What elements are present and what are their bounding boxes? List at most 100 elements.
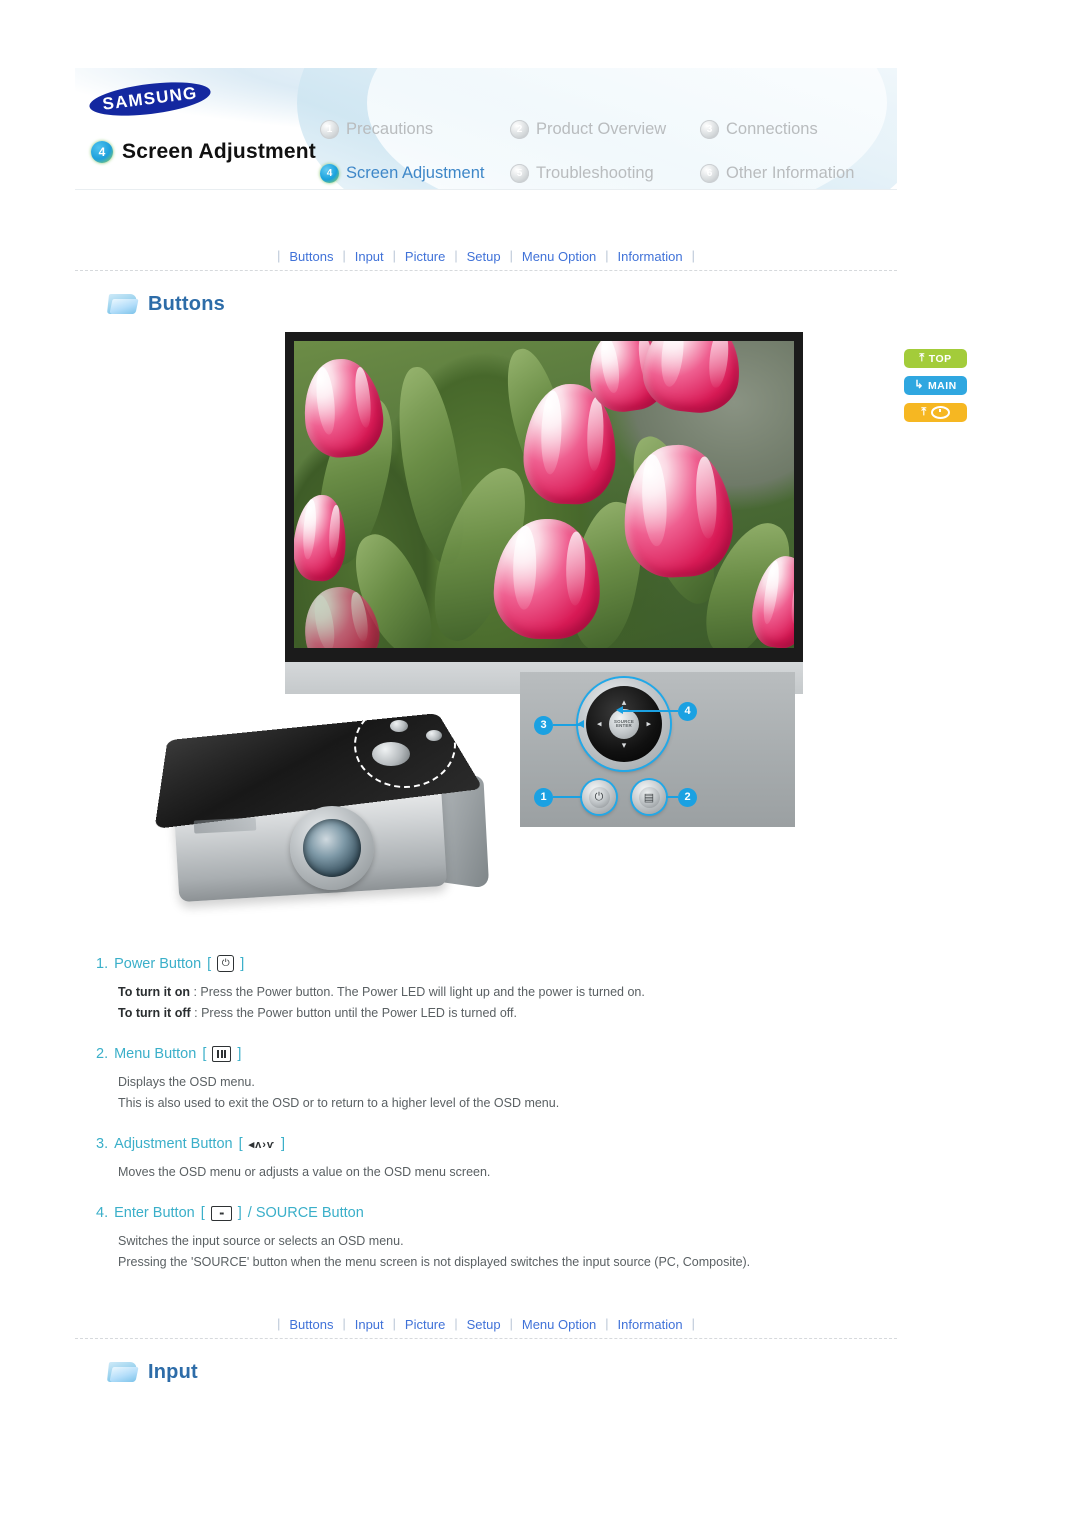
item-number: 1. xyxy=(96,955,109,972)
callout-badge-1: 1 xyxy=(534,788,553,807)
bracket-close: ] xyxy=(237,1046,242,1062)
bullet-5-icon: 5 xyxy=(510,164,529,183)
chapter-nav-item-screen-adjustment[interactable]: 4 Screen Adjustment xyxy=(320,164,510,183)
bullet-1-icon: 1 xyxy=(320,120,339,139)
tab-separator: | xyxy=(277,1317,281,1331)
power-button-hardware[interactable]: ⏻ xyxy=(582,780,616,814)
item-text-bold: To turn it off xyxy=(118,1006,191,1020)
link-up-icon xyxy=(930,406,950,419)
item-text-rest: Displays the OSD menu. xyxy=(118,1075,255,1089)
item-text-rest: : Press the Power button. The Power LED … xyxy=(189,985,645,999)
tab-information[interactable]: Information xyxy=(618,249,683,264)
chapter-nav-label: Troubleshooting xyxy=(536,164,654,182)
tab-input[interactable]: Input xyxy=(355,249,384,264)
callout-line xyxy=(666,796,678,798)
callout-line xyxy=(553,796,582,798)
tab-setup[interactable]: Setup xyxy=(467,1317,501,1332)
enter-icon: ▪▪ xyxy=(210,1205,232,1221)
bullet-6-icon: 6 xyxy=(700,164,719,183)
tab-separator: | xyxy=(509,1317,513,1331)
chapter-nav: 1 Precautions 2 Product Overview 3 Conne… xyxy=(320,120,890,183)
enter-label: ENTER xyxy=(616,723,632,728)
tab-separator: | xyxy=(342,249,346,263)
banner-bottom-rule xyxy=(75,189,897,190)
menu-bars-icon: ▤ xyxy=(638,786,660,808)
source-enter-button[interactable]: SOURCE ENTER xyxy=(609,709,639,739)
projector-figure: ▴ ▾ ◂ ▸ SOURCE ENTER ⏻ ▤ 1 2 3 4 xyxy=(110,332,810,952)
tab-picture[interactable]: Picture xyxy=(405,249,445,264)
tab-buttons[interactable]: Buttons xyxy=(289,249,333,264)
samsung-logo: SAMSUNG xyxy=(87,76,213,122)
arrow-left-icon: ◂ xyxy=(597,718,602,729)
folder-icon xyxy=(106,1360,139,1384)
tab-separator: | xyxy=(605,1317,609,1331)
tab-input[interactable]: Input xyxy=(355,1317,384,1332)
bracket-open: [ xyxy=(238,1136,243,1152)
top-button[interactable]: ⤒ TOP xyxy=(904,349,967,368)
chapter-number-badge: 4 xyxy=(91,141,113,163)
item-heading: 1. Power Button [ ⏻ ] xyxy=(96,955,896,972)
tab-setup[interactable]: Setup xyxy=(467,249,501,264)
tab-information[interactable]: Information xyxy=(618,1317,683,1332)
item-title: Adjustment Button xyxy=(114,1136,233,1152)
tab-picture[interactable]: Picture xyxy=(405,1317,445,1332)
button-descriptions: 1. Power Button [ ⏻ ] To turn it on : Pr… xyxy=(96,955,896,1295)
tab-separator: | xyxy=(392,1317,396,1331)
control-area-highlight xyxy=(354,702,456,788)
callout-arrow xyxy=(577,720,584,728)
chapter-nav-item-product-overview[interactable]: 2 Product Overview xyxy=(510,120,700,139)
tab-menu-option[interactable]: Menu Option xyxy=(522,1317,596,1332)
callout-line xyxy=(620,710,678,712)
item-heading: 4. Enter Button [ ▪▪ ] / SOURCE Button xyxy=(96,1205,896,1221)
item-title: Enter Button xyxy=(114,1205,195,1221)
item-text-line: To turn it on : Press the Power button. … xyxy=(96,982,896,1003)
projector-device xyxy=(154,694,518,929)
bullet-4-icon: 4 xyxy=(320,164,339,183)
callout-badge-4: 4 xyxy=(678,702,697,721)
chapter-nav-item-precautions[interactable]: 1 Precautions xyxy=(320,120,510,139)
side-nav-buttons: ⤒ TOP ↳ MAIN ⤒ xyxy=(904,349,967,422)
arrow-up-icon: ⤒ xyxy=(919,352,925,364)
bracket-close: ] xyxy=(240,955,245,972)
chapter-nav-label: Other Information xyxy=(726,164,855,182)
chapter-nav-label: Screen Adjustment xyxy=(346,164,485,182)
arrow-right-icon: ▸ xyxy=(646,718,651,729)
chapter-title-label: Screen Adjustment xyxy=(122,140,316,163)
direction-arrows-icon: ◂ʌ›ѵ xyxy=(248,1138,276,1151)
chapter-nav-item-connections[interactable]: 3 Connections xyxy=(700,120,890,139)
item-text-line: Moves the OSD menu or adjusts a value on… xyxy=(96,1162,896,1183)
tab-separator: | xyxy=(342,1317,346,1331)
description-item-enter: 4. Enter Button [ ▪▪ ] / SOURCE Button S… xyxy=(96,1205,896,1273)
menu-button-hardware[interactable]: ▤ xyxy=(632,780,666,814)
chapter-nav-label: Product Overview xyxy=(536,120,667,138)
description-item-power: 1. Power Button [ ⏻ ] To turn it on : Pr… xyxy=(96,955,896,1024)
tab-buttons[interactable]: Buttons xyxy=(289,1317,333,1332)
item-text-rest: Pressing the 'SOURCE' button when the me… xyxy=(118,1255,751,1269)
item-text-line: Pressing the 'SOURCE' button when the me… xyxy=(96,1252,896,1273)
bracket-open: [ xyxy=(207,955,212,972)
item-text-line: To turn it off : Press the Power button … xyxy=(96,1003,896,1024)
section-tab-nav-bottom: | Buttons | Input | Picture | Setup | Me… xyxy=(75,1310,897,1339)
tab-separator: | xyxy=(454,249,458,263)
folder-icon xyxy=(106,292,139,316)
main-button[interactable]: ↳ MAIN xyxy=(904,376,967,395)
item-number: 2. xyxy=(96,1046,109,1062)
control-panel-detail: ▴ ▾ ◂ ▸ SOURCE ENTER ⏻ ▤ 1 2 3 4 xyxy=(520,672,795,827)
tab-menu-option[interactable]: Menu Option xyxy=(522,249,596,264)
menu-bars-icon xyxy=(212,1046,232,1062)
item-text-line: Displays the OSD menu. xyxy=(96,1072,896,1093)
adjustment-dpad[interactable]: ▴ ▾ ◂ ▸ SOURCE ENTER xyxy=(578,678,670,770)
callout-badge-2: 2 xyxy=(678,788,697,807)
chapter-title: 4 Screen Adjustment xyxy=(91,140,316,164)
item-text-rest: : Press the Power button until the Power… xyxy=(190,1006,517,1020)
bullet-2-icon: 2 xyxy=(510,120,529,139)
top-button-label: TOP xyxy=(928,352,952,365)
tab-separator: | xyxy=(509,249,513,263)
link-button[interactable]: ⤒ xyxy=(904,403,967,422)
item-number: 3. xyxy=(96,1136,109,1152)
item-title: Power Button xyxy=(114,955,202,972)
chapter-nav-item-troubleshooting[interactable]: 5 Troubleshooting xyxy=(510,164,700,183)
tab-separator: | xyxy=(691,249,695,263)
chapter-nav-item-other-information[interactable]: 6 Other Information xyxy=(700,164,890,183)
power-icon: ⏻ xyxy=(588,786,610,808)
